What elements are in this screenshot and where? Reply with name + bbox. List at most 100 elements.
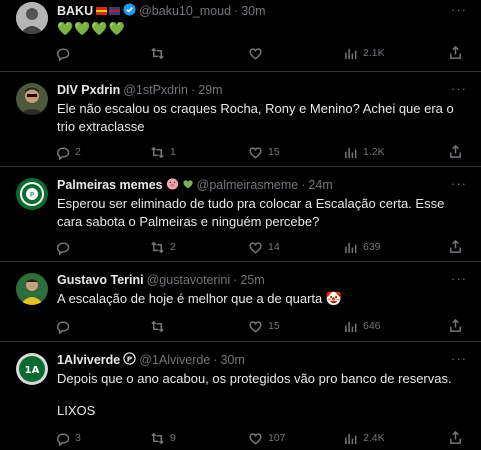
tweet-header: Palmeiras memes @palmeirasmeme · 24m xyxy=(57,176,441,194)
display-name[interactable]: Gustavo Terini xyxy=(57,273,144,287)
tweet[interactable]: P Palmeiras memes @palmeirasmeme · 24m ·… xyxy=(0,167,481,262)
reply-button[interactable] xyxy=(55,45,75,61)
retweet-button[interactable]: 2 xyxy=(150,239,176,255)
like-button[interactable]: 15 xyxy=(248,318,280,334)
retweet-button[interactable]: 9 xyxy=(150,430,176,446)
action-bar: 2 1 15 1.2K xyxy=(55,144,471,160)
tweet-text: Ele não escalou os craques Rocha, Rony e… xyxy=(57,101,454,134)
reply-button[interactable] xyxy=(55,239,75,255)
svg-text:1A: 1A xyxy=(25,365,40,376)
share-button[interactable] xyxy=(448,239,463,259)
display-name[interactable]: DIV Pxdrin xyxy=(57,83,120,97)
views-icon xyxy=(345,48,357,59)
like-button[interactable]: 15 xyxy=(248,144,280,160)
action-bar: 3 9 107 2.4K xyxy=(55,430,471,446)
like-count: 14 xyxy=(268,241,280,253)
avatar[interactable] xyxy=(16,83,48,115)
timestamp[interactable]: 30m xyxy=(241,4,265,18)
retweet-button[interactable] xyxy=(150,318,170,334)
like-icon xyxy=(249,432,262,445)
timestamp[interactable]: 25m xyxy=(240,273,264,287)
views-button[interactable]: 2.1K xyxy=(343,45,385,61)
retweet-button[interactable] xyxy=(150,45,170,61)
more-icon[interactable]: ··· xyxy=(449,3,469,20)
reply-button[interactable] xyxy=(55,318,75,334)
tweet-text: Depois que o ano acabou, os protegidos v… xyxy=(57,371,452,386)
reply-count: 2 xyxy=(75,146,81,158)
timestamp[interactable]: 24m xyxy=(308,178,332,192)
like-button[interactable]: 107 xyxy=(248,430,286,446)
like-icon xyxy=(249,241,262,254)
handle[interactable]: @palmeirasmeme xyxy=(197,178,299,192)
display-name[interactable]: Palmeiras memes xyxy=(57,178,163,192)
share-button[interactable] xyxy=(448,430,463,450)
badge-icon: P xyxy=(123,352,136,368)
separator-dot: · xyxy=(191,83,196,97)
retweet-count: 1 xyxy=(170,146,176,158)
views-button[interactable]: 639 xyxy=(343,239,381,255)
retweet-button[interactable]: 1 xyxy=(150,144,176,160)
views-button[interactable]: 646 xyxy=(343,318,381,334)
tweet-header: Gustavo Terini @gustavoterini · 25m xyxy=(57,271,441,289)
handle[interactable]: @1Alviverde xyxy=(139,353,210,367)
share-button[interactable] xyxy=(448,144,463,164)
like-button[interactable]: 14 xyxy=(248,239,280,255)
share-icon xyxy=(450,45,461,59)
tweet[interactable]: BAKU @baku10_moud · 30m ··· 💚💚💚💚 2.1K xyxy=(0,0,481,72)
tweet-header: DIV Pxdrin @1stPxdrin · 29m xyxy=(57,81,441,99)
tweet[interactable]: 1A 1Alviverde P @1Alviverde · 30m ··· De… xyxy=(0,342,481,450)
views-icon xyxy=(345,147,357,158)
separator-dot: · xyxy=(301,178,306,192)
view-count: 2.1K xyxy=(363,47,385,59)
retweet-icon xyxy=(151,241,164,253)
more-icon[interactable]: ··· xyxy=(449,352,469,369)
separator-dot: · xyxy=(213,353,218,367)
reply-icon xyxy=(57,242,70,255)
reply-icon xyxy=(57,48,70,61)
views-button[interactable]: 1.2K xyxy=(343,144,385,160)
more-icon[interactable]: ··· xyxy=(449,272,469,289)
reply-button[interactable]: 3 xyxy=(55,430,81,446)
retweet-icon xyxy=(151,320,164,332)
share-button[interactable] xyxy=(448,318,463,338)
display-name[interactable]: BAKU xyxy=(57,4,93,18)
share-icon xyxy=(450,430,461,444)
display-name[interactable]: 1Alviverde xyxy=(57,353,120,367)
like-count: 15 xyxy=(268,320,280,332)
handle[interactable]: @gustavoterini xyxy=(147,273,231,287)
tweet-text: 💚💚💚💚 xyxy=(57,21,126,36)
views-icon xyxy=(345,321,357,332)
like-count: 15 xyxy=(268,146,280,158)
avatar[interactable] xyxy=(16,2,48,34)
reply-button[interactable]: 2 xyxy=(55,144,81,160)
action-bar: 15 646 xyxy=(55,318,471,334)
like-count: 107 xyxy=(268,432,286,444)
like-icon xyxy=(249,146,262,159)
reply-icon xyxy=(57,147,70,160)
share-button[interactable] xyxy=(448,45,463,65)
timestamp[interactable]: 30m xyxy=(220,353,244,367)
svg-text:P: P xyxy=(30,191,34,199)
avatar[interactable]: P xyxy=(16,178,48,210)
handle[interactable]: @baku10_moud xyxy=(139,4,231,18)
avatar[interactable]: 1A xyxy=(16,353,48,385)
tweet-header: 1Alviverde P @1Alviverde · 30m xyxy=(57,351,441,369)
timestamp[interactable]: 29m xyxy=(198,83,222,97)
tweet[interactable]: Gustavo Terini @gustavoterini · 25m ··· … xyxy=(0,262,481,342)
more-icon[interactable]: ··· xyxy=(449,82,469,99)
avatar[interactable] xyxy=(16,273,48,305)
separator-dot: · xyxy=(233,273,238,287)
separator-dot: · xyxy=(234,4,239,18)
tweet-text-line2: LIXOS xyxy=(57,403,96,418)
more-icon[interactable]: ··· xyxy=(449,177,469,194)
reply-icon xyxy=(57,321,70,334)
views-button[interactable]: 2.4K xyxy=(343,430,385,446)
view-count: 646 xyxy=(363,320,381,332)
verified-badge-icon xyxy=(123,3,136,19)
share-icon xyxy=(450,144,461,158)
like-button[interactable] xyxy=(248,45,268,61)
like-icon xyxy=(249,47,262,60)
views-icon xyxy=(345,433,357,444)
handle[interactable]: @1stPxdrin xyxy=(123,83,188,97)
tweet[interactable]: DIV Pxdrin @1stPxdrin · 29m ··· Ele não … xyxy=(0,72,481,167)
